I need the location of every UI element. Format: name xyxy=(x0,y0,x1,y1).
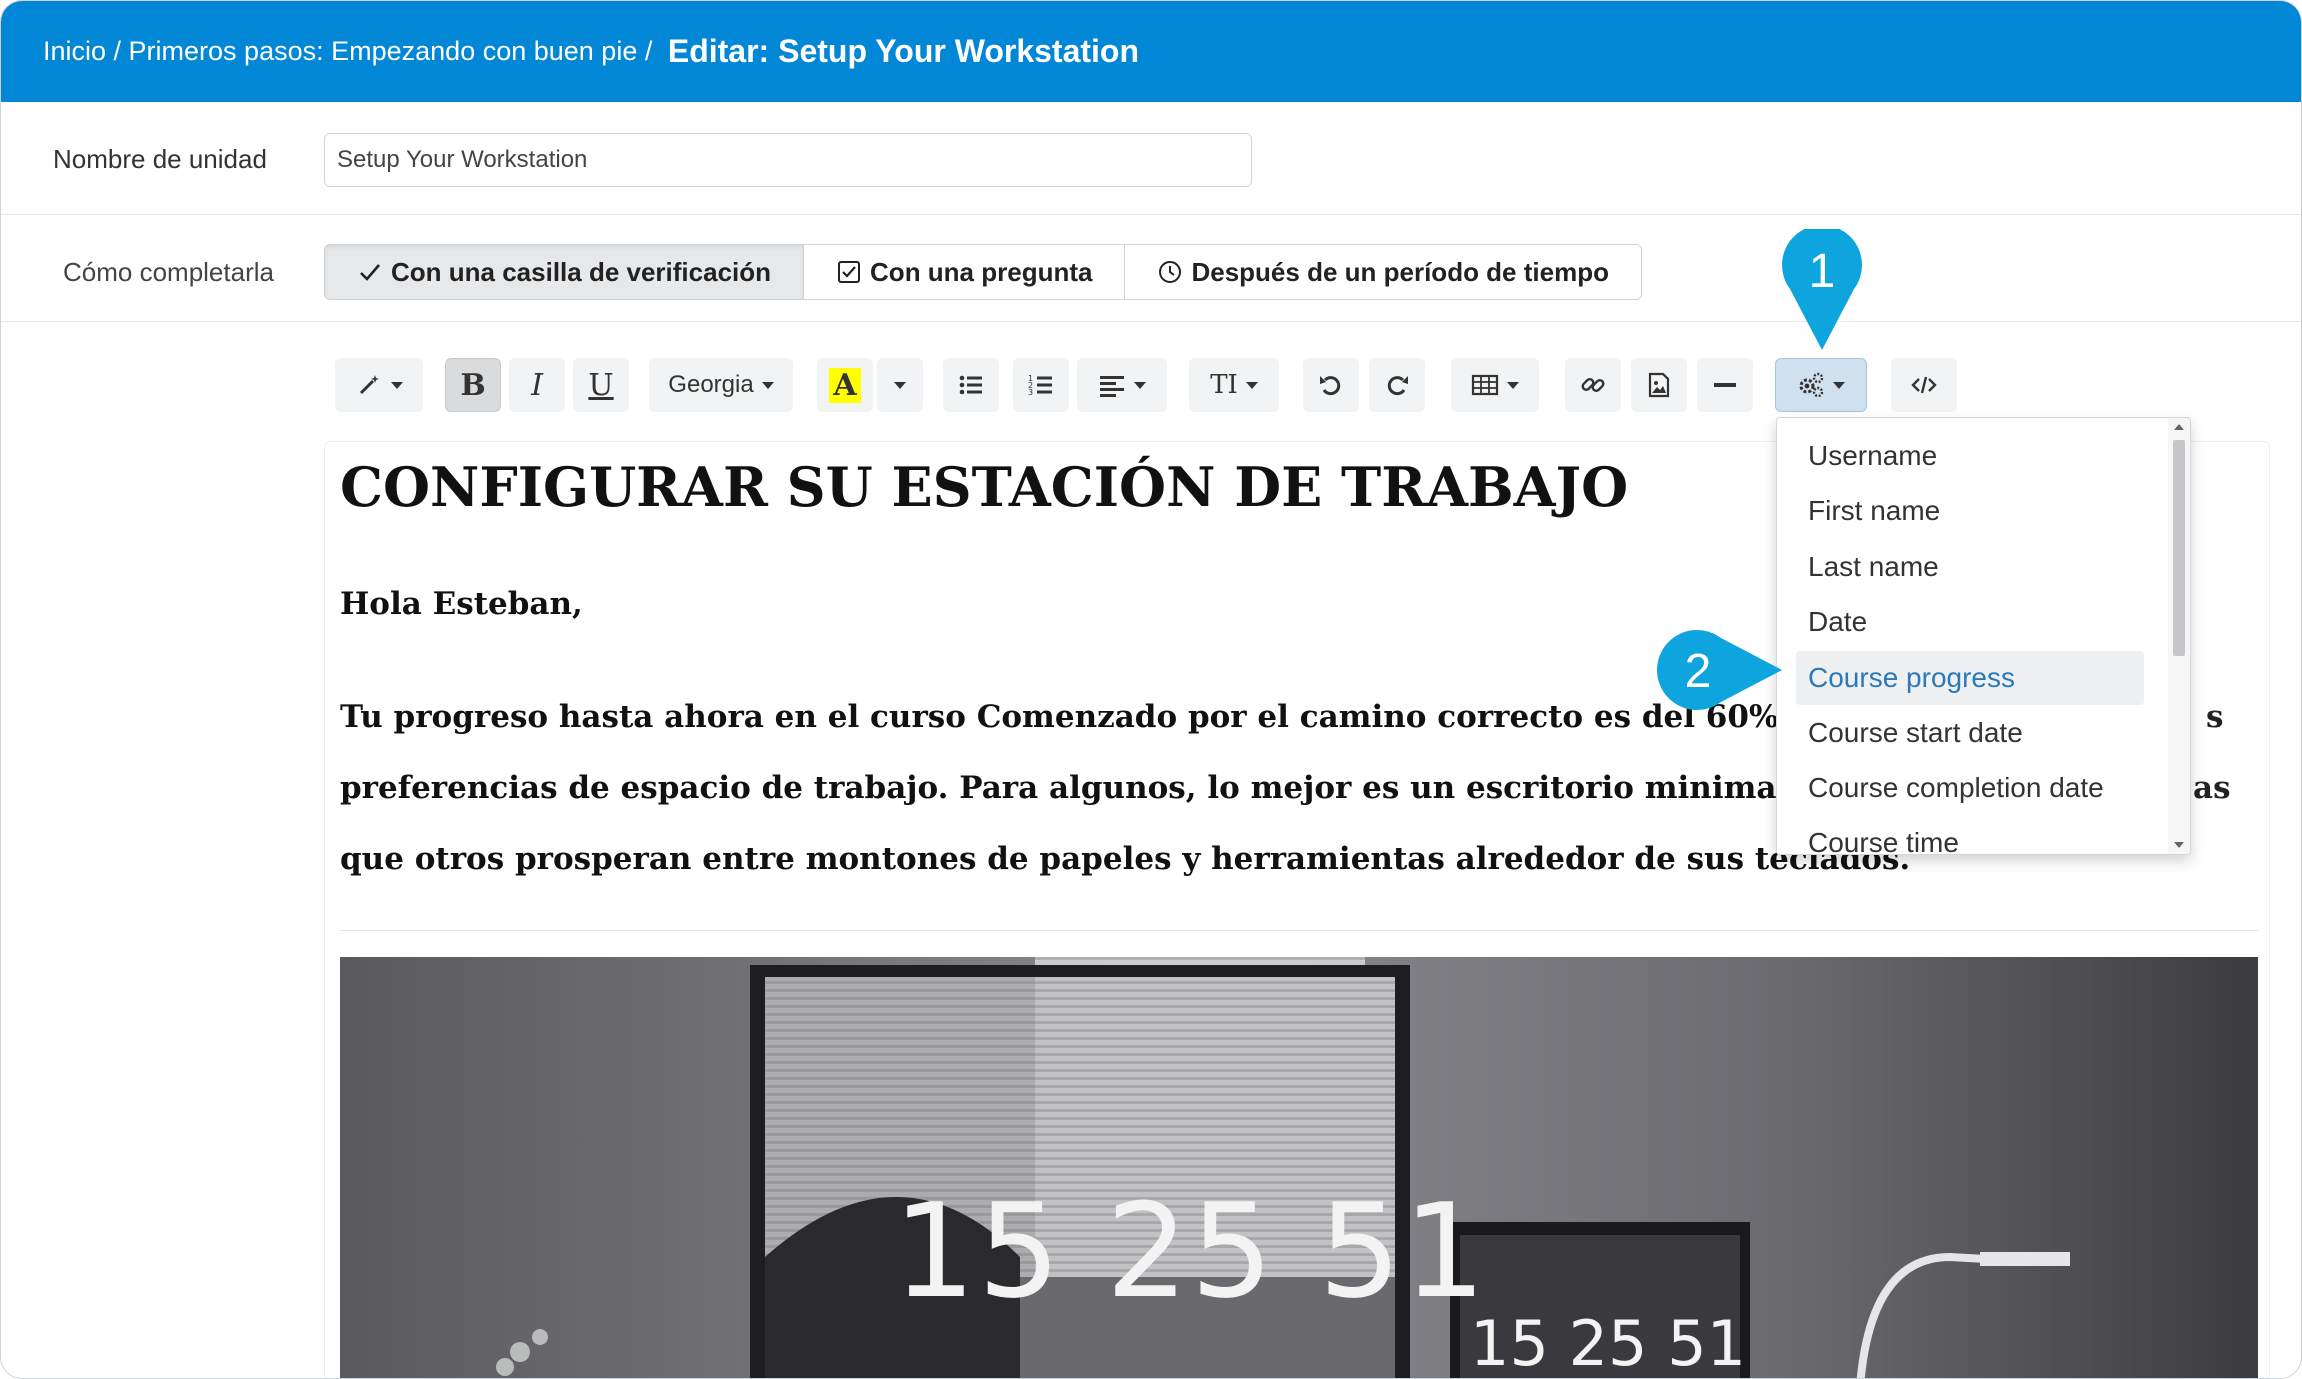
code-icon xyxy=(1911,376,1937,394)
content-heading: CONFIGURAR SU ESTACIÓN DE TRABAJO xyxy=(340,455,1629,519)
placeholders-button[interactable] xyxy=(1775,358,1867,412)
table-icon xyxy=(1471,374,1499,396)
bold-button[interactable]: B xyxy=(445,358,501,412)
completion-option-time[interactable]: Después de un período de tiempo xyxy=(1125,245,1641,299)
highlight-color-dropdown[interactable] xyxy=(877,358,923,412)
callout-number: 2 xyxy=(1684,645,1712,698)
font-family-select[interactable]: Georgia xyxy=(649,358,793,412)
italic-button[interactable]: I xyxy=(509,358,565,412)
menu-item-last-name[interactable]: Last name xyxy=(1796,540,2144,594)
completion-option-question[interactable]: Con una pregunta xyxy=(804,245,1126,299)
redo-button[interactable] xyxy=(1369,358,1425,412)
code-view-button[interactable] xyxy=(1891,358,1957,412)
unit-name-label: Nombre de unidad xyxy=(53,144,267,174)
chevron-down-icon xyxy=(1833,381,1845,389)
callout-2: 2 xyxy=(1657,629,1783,711)
completion-option-label: Con una pregunta xyxy=(870,256,1093,287)
placeholder-menu: Username First name Last name Date Cours… xyxy=(1776,417,2191,855)
photo-clock-large: 15 25 51 xyxy=(893,1175,1488,1327)
breadcrumb-item-home[interactable]: Inicio xyxy=(43,36,106,67)
highlight-color-button[interactable]: A xyxy=(817,358,873,412)
page-title: Editar: Setup Your Workstation xyxy=(667,33,1140,69)
clock-icon xyxy=(1159,261,1182,283)
completion-label: Cómo completarla xyxy=(63,257,274,287)
magic-wand-icon xyxy=(359,375,379,395)
horizontal-rule-icon xyxy=(1714,383,1736,387)
scrollbar-thumb[interactable] xyxy=(2173,440,2185,656)
menu-item-date[interactable]: Date xyxy=(1796,595,2144,649)
paragraph-line: que otros prosperan entre montones de pa… xyxy=(340,841,1911,877)
chevron-down-icon xyxy=(1134,381,1146,389)
chevron-down-icon xyxy=(761,381,774,389)
app-window: Inicio / Primeros pasos: Empezando con b… xyxy=(0,0,2302,1379)
font-family-value: Georgia xyxy=(668,371,754,398)
photo-clock-small: 15 25 51 xyxy=(1470,1307,1747,1379)
undo-button[interactable] xyxy=(1303,358,1359,412)
numbered-list-button[interactable]: 123 xyxy=(1013,358,1069,412)
paragraph-align-button[interactable] xyxy=(1077,358,1167,412)
callout-1: 1 xyxy=(1781,225,1863,351)
breadcrumb-separator: / xyxy=(106,36,129,66)
menu-item-course-start-date[interactable]: Course start date xyxy=(1796,706,2144,760)
link-icon xyxy=(1581,378,1605,392)
bullet-list-icon xyxy=(959,375,982,395)
underline-button[interactable]: U xyxy=(573,358,629,412)
align-left-icon xyxy=(1100,376,1124,397)
check-icon xyxy=(360,264,380,281)
callout-number: 1 xyxy=(1808,245,1836,298)
horizontal-rule-button[interactable] xyxy=(1697,358,1753,412)
paragraph-line: preferencias de espacio de trabajo. Para… xyxy=(340,770,1801,806)
text-size-button[interactable]: TI xyxy=(1189,358,1279,412)
highlight-color-icon: A xyxy=(829,367,861,403)
workstation-photo: 15 25 51 15 25 51 xyxy=(340,957,2258,1379)
table-button[interactable] xyxy=(1451,358,1539,412)
editor-toolbar: B I U Georgia A 123 TI xyxy=(1,358,2301,414)
chevron-down-icon xyxy=(1245,381,1258,389)
menu-scrollbar[interactable] xyxy=(2168,418,2190,854)
menu-item-course-completion-date[interactable]: Course completion date xyxy=(1796,761,2144,815)
insert-link-button[interactable] xyxy=(1565,358,1621,412)
insert-image-button[interactable] xyxy=(1631,358,1687,412)
menu-item-course-progress[interactable]: Course progress xyxy=(1796,651,2144,705)
breadcrumb-item-course[interactable]: Primeros pasos: Empezando con buen pie xyxy=(129,36,638,67)
menu-item-course-time[interactable]: Course time xyxy=(1796,816,2144,854)
menu-item-username[interactable]: Username xyxy=(1796,429,2144,483)
bullet-list-button[interactable] xyxy=(943,358,999,412)
chevron-down-icon xyxy=(894,381,906,389)
chevron-down-icon xyxy=(1507,381,1519,389)
completion-option-label: Con una casilla de verificación xyxy=(391,256,772,287)
completion-option-label: Después de un período de tiempo xyxy=(1191,256,1609,287)
numbered-list-icon: 123 xyxy=(1028,374,1052,397)
unit-name-input[interactable] xyxy=(324,133,1252,187)
magic-wand-button[interactable] xyxy=(335,358,423,412)
content-divider xyxy=(340,930,2258,931)
breadcrumb-separator: / xyxy=(637,36,660,66)
content-greeting: Hola Esteban, xyxy=(340,586,583,622)
chevron-down-icon xyxy=(391,381,403,389)
image-icon xyxy=(1648,372,1670,398)
gears-icon xyxy=(1799,372,1824,398)
undo-icon xyxy=(1320,376,1341,396)
svg-text:3: 3 xyxy=(1028,388,1033,397)
checkbox-icon xyxy=(838,261,861,283)
completion-row: Cómo completarla Con una casilla de veri… xyxy=(1,215,2301,322)
scroll-down-arrow-icon[interactable] xyxy=(2174,842,2184,848)
text-size-icon: TI xyxy=(1210,370,1238,400)
paragraph-line: Tu progreso hasta ahora en el curso Come… xyxy=(340,699,1790,735)
paragraph-fragment: s xyxy=(2206,699,2224,735)
scroll-up-arrow-icon[interactable] xyxy=(2174,424,2184,430)
breadcrumb: Inicio / Primeros pasos: Empezando con b… xyxy=(1,1,2301,102)
menu-item-first-name[interactable]: First name xyxy=(1796,484,2144,538)
completion-method-selector: Con una casilla de verificación Con una … xyxy=(324,244,1642,300)
completion-option-checkbox[interactable]: Con una casilla de verificación xyxy=(325,245,805,299)
unit-name-row: Nombre de unidad xyxy=(1,102,2301,215)
redo-icon xyxy=(1387,376,1408,396)
paragraph-fragment: as xyxy=(2193,770,2231,806)
